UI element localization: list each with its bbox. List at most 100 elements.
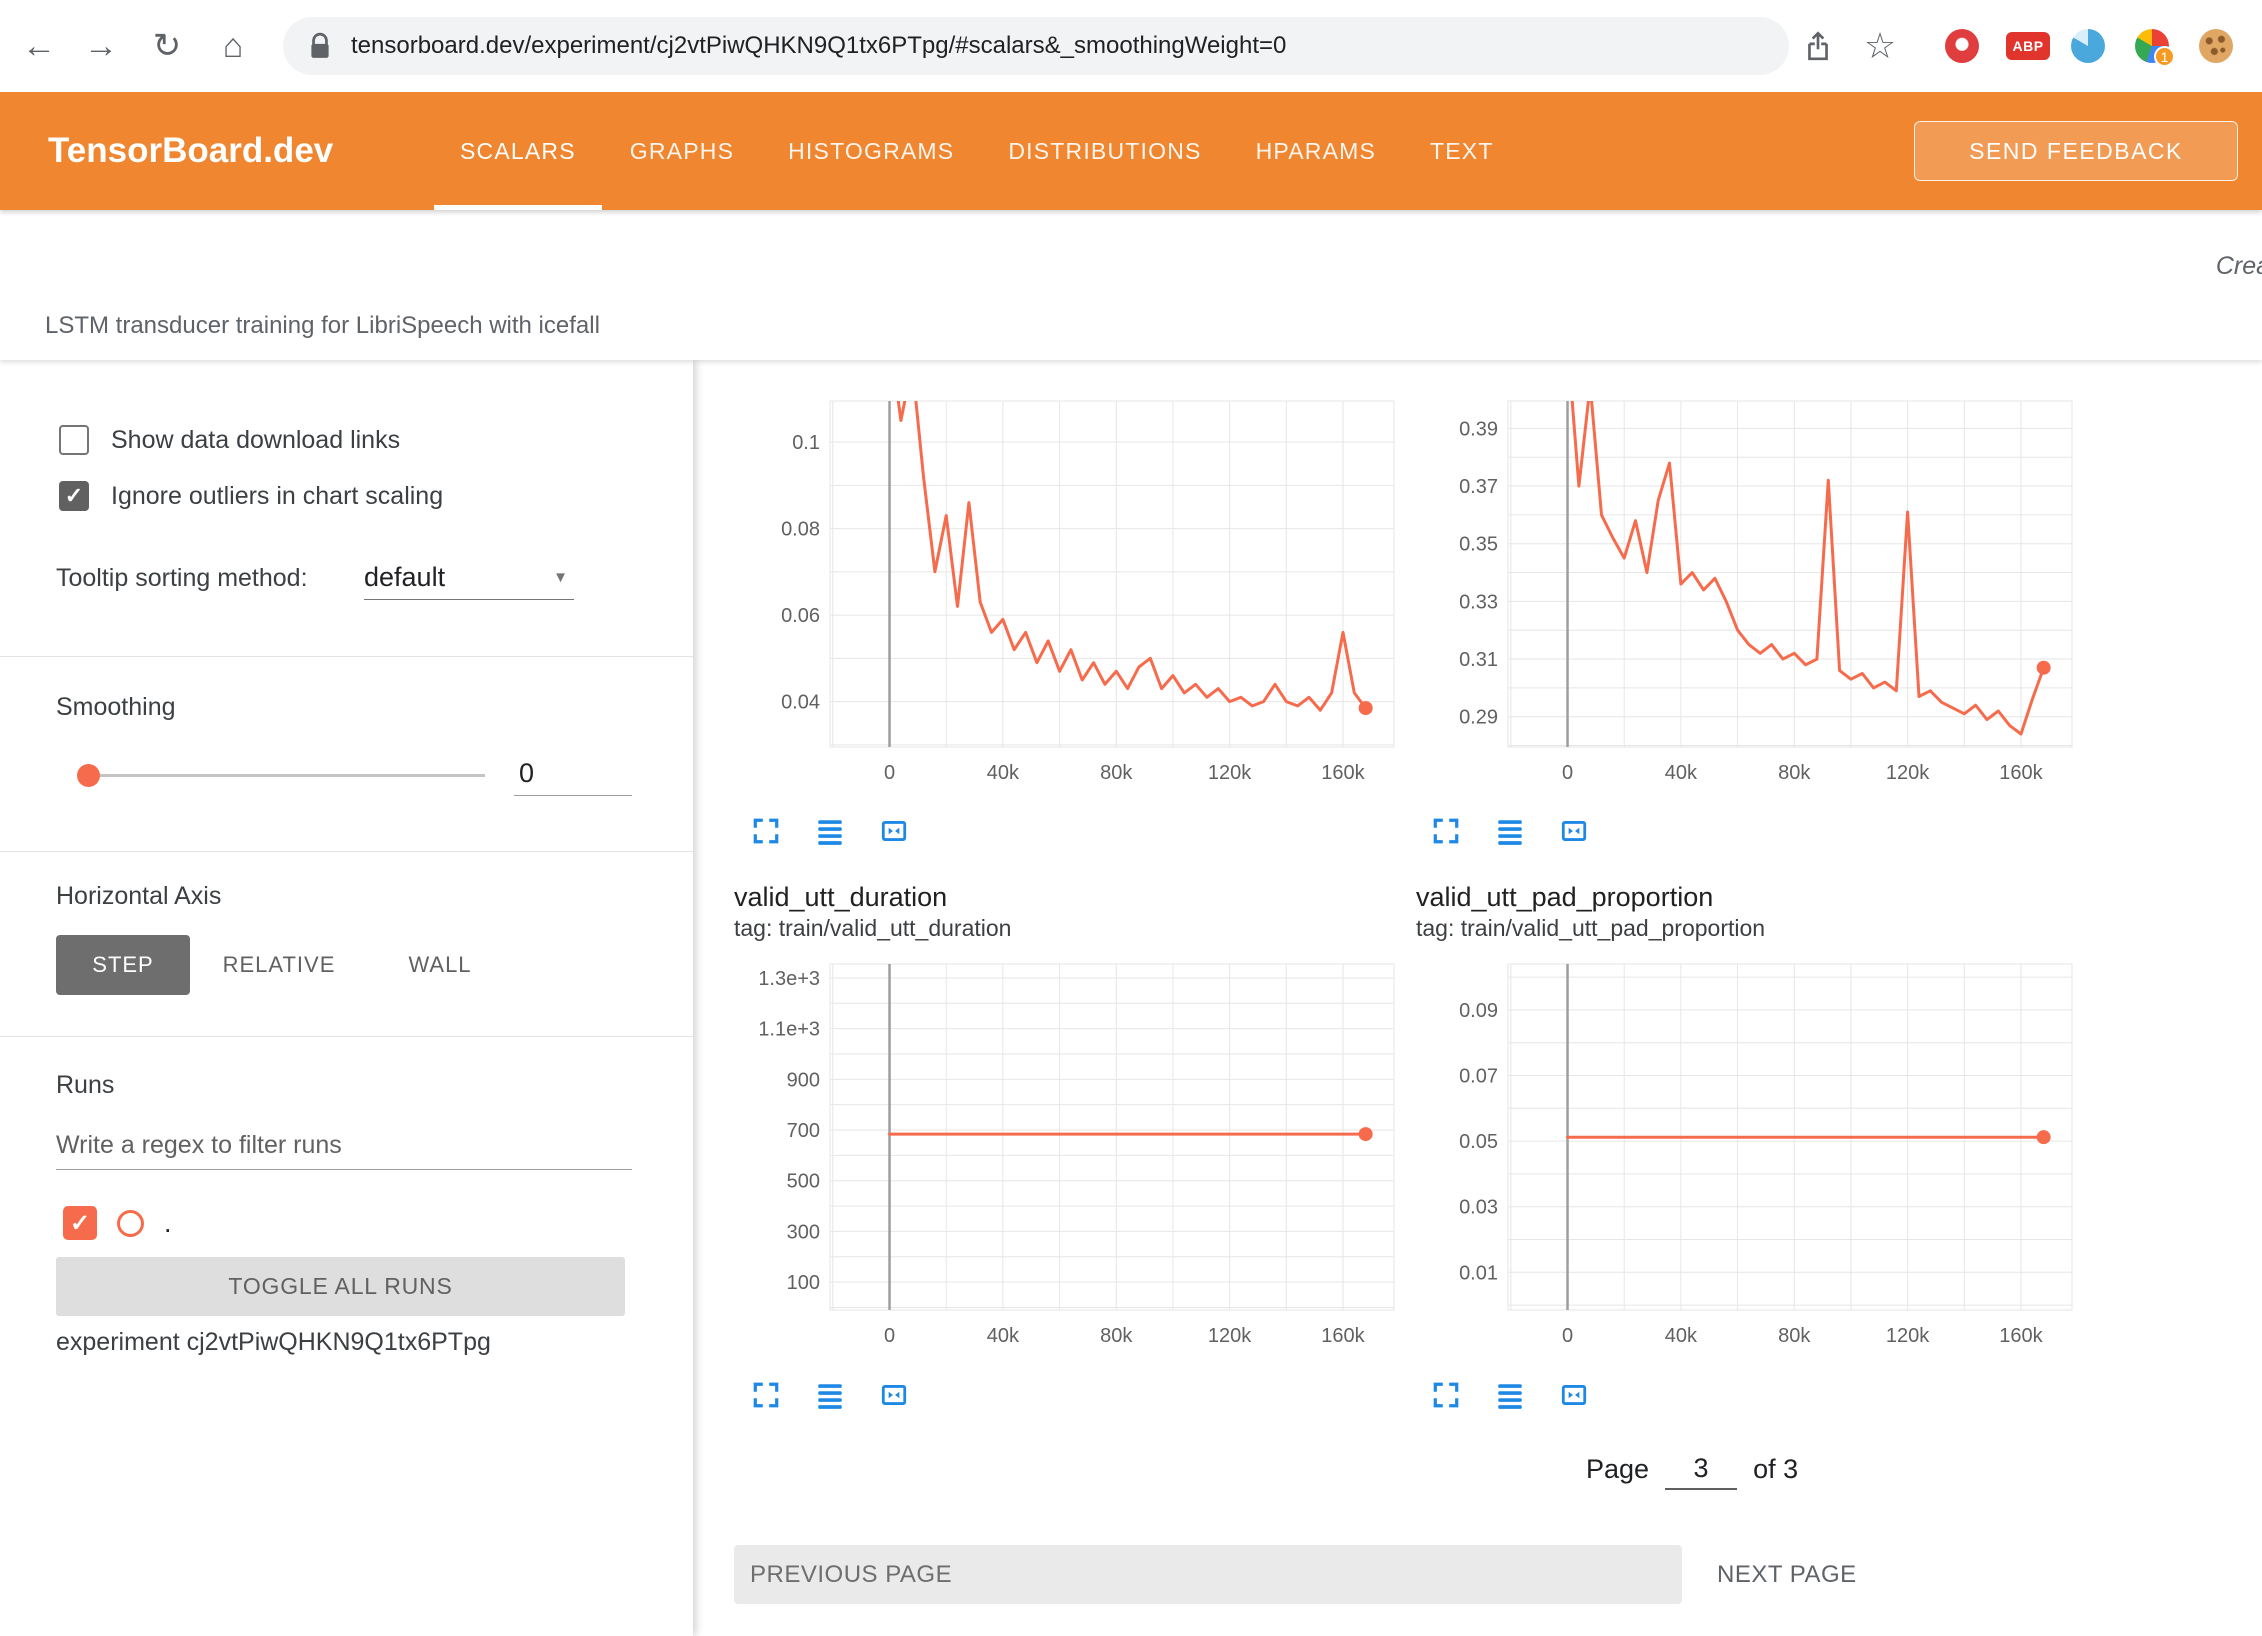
chart-tag: tag: train/valid_utt_duration	[734, 915, 1011, 942]
data-table-icon[interactable]	[815, 1380, 845, 1410]
fit-domain-icon[interactable]	[1559, 816, 1589, 846]
smoothing-value-field[interactable]: 0	[514, 758, 632, 796]
fullscreen-icon[interactable]	[1431, 816, 1461, 846]
nav-tabs: SCALARS GRAPHS HISTOGRAMS DISTRIBUTIONS …	[456, 92, 1498, 210]
data-table-icon[interactable]	[815, 816, 845, 846]
app-header: TensorBoard.dev SCALARS GRAPHS HISTOGRAM…	[0, 92, 2262, 210]
show-download-links-label: Show data download links	[111, 426, 400, 455]
fit-domain-icon[interactable]	[879, 1380, 909, 1410]
tab-text[interactable]: TEXT	[1426, 92, 1498, 210]
svg-text:500: 500	[787, 1171, 820, 1193]
tooltip-sorting-value: default	[364, 562, 445, 593]
smoothing-slider-track[interactable]	[88, 774, 485, 777]
clipped-created-text: Crea	[2216, 252, 2262, 281]
previous-page-button[interactable]: PREVIOUS PAGE	[734, 1545, 1682, 1604]
home-icon[interactable]: ⌂	[210, 0, 256, 92]
run-color-swatch	[117, 1210, 144, 1237]
svg-text:0.1: 0.1	[792, 432, 820, 454]
run-checkbox[interactable]: ✓	[63, 1206, 97, 1240]
toggle-all-runs-button[interactable]: TOGGLE ALL RUNS	[56, 1257, 625, 1316]
fit-domain-icon[interactable]	[879, 816, 909, 846]
page-number-input[interactable]	[1665, 1448, 1737, 1490]
svg-text:0: 0	[884, 762, 895, 784]
experiment-title: LSTM transducer training for LibriSpeech…	[45, 312, 600, 340]
tooltip-sorting-dropdown[interactable]: default ▼	[364, 556, 574, 600]
show-download-links-checkbox[interactable]	[59, 425, 89, 455]
forward-icon[interactable]: →	[78, 0, 124, 92]
tab-histograms[interactable]: HISTOGRAMS	[784, 92, 958, 210]
pagination: Page of 3	[1586, 1448, 1798, 1490]
horizontal-axis-label: Horizontal Axis	[56, 882, 221, 911]
chart-toolbar	[751, 1380, 909, 1410]
svg-text:40k: 40k	[1665, 1325, 1698, 1347]
send-feedback-button[interactable]: SEND FEEDBACK	[1914, 121, 2238, 181]
fit-domain-icon[interactable]	[1559, 1380, 1589, 1410]
svg-text:120k: 120k	[1208, 1325, 1252, 1347]
svg-text:120k: 120k	[1886, 1325, 1930, 1347]
axis-step-button[interactable]: STEP	[56, 935, 190, 995]
chart-valid-utt-duration[interactable]: 1003005007009001.1e+31.3e+3040k80k120k16…	[760, 962, 1400, 1354]
app-logo[interactable]: TensorBoard.dev	[48, 92, 333, 210]
svg-text:900: 900	[787, 1069, 820, 1091]
runs-regex-input[interactable]	[56, 1122, 632, 1170]
next-page-button[interactable]: NEXT PAGE	[1717, 1545, 1857, 1604]
share-icon[interactable]	[1798, 0, 1838, 92]
cookie-icon[interactable]	[2198, 0, 2234, 92]
axis-relative-button[interactable]: RELATIVE	[214, 935, 344, 995]
svg-text:1.3e+3: 1.3e+3	[760, 968, 820, 990]
svg-text:0.01: 0.01	[1459, 1262, 1498, 1284]
tab-distributions[interactable]: DISTRIBUTIONS	[1004, 92, 1205, 210]
extension-blue-icon[interactable]	[2070, 0, 2106, 92]
ignore-outliers-label: Ignore outliers in chart scaling	[111, 482, 443, 511]
fullscreen-icon[interactable]	[751, 1380, 781, 1410]
svg-text:1.1e+3: 1.1e+3	[760, 1019, 820, 1041]
chart-toolbar	[751, 816, 909, 846]
smoothing-slider-thumb[interactable]	[77, 764, 100, 787]
svg-text:0.09: 0.09	[1459, 1000, 1498, 1022]
divider	[0, 851, 693, 852]
svg-text:120k: 120k	[1208, 762, 1252, 784]
fullscreen-icon[interactable]	[751, 816, 781, 846]
tab-graphs[interactable]: GRAPHS	[626, 92, 738, 210]
chart-valid-utt-pad-proportion[interactable]: 0.010.030.050.070.09040k80k120k160k	[1438, 962, 2078, 1354]
tooltip-sorting-label: Tooltip sorting method:	[56, 556, 308, 600]
chart-top-left[interactable]: 0.040.060.080.1040k80k120k160k	[760, 399, 1400, 791]
svg-text:0.03: 0.03	[1459, 1197, 1498, 1219]
data-table-icon[interactable]	[1495, 816, 1525, 846]
svg-text:0.08: 0.08	[781, 519, 820, 541]
svg-text:0.06: 0.06	[781, 605, 820, 627]
divider	[0, 1036, 693, 1037]
url-text: tensorboard.dev/experiment/cj2vtPiwQHKN9…	[351, 32, 1286, 60]
extension-abp-icon[interactable]: ABP	[2004, 0, 2052, 92]
tab-scalars[interactable]: SCALARS	[456, 92, 580, 210]
bookmark-star-icon[interactable]: ☆	[1860, 0, 1900, 92]
settings-sidebar: Show data download links ✓ Ignore outlie…	[0, 360, 693, 1636]
reload-icon[interactable]: ↻	[144, 0, 190, 92]
address-bar[interactable]: tensorboard.dev/experiment/cj2vtPiwQHKN9…	[283, 17, 1789, 75]
svg-text:0.07: 0.07	[1459, 1066, 1498, 1088]
notification-badge: 1	[2154, 46, 2175, 67]
svg-text:300: 300	[787, 1221, 820, 1243]
ignore-outliers-checkbox[interactable]: ✓	[59, 481, 89, 511]
chevron-down-icon: ▼	[553, 569, 568, 586]
page-label: Page	[1586, 1454, 1649, 1485]
tab-hparams[interactable]: HPARAMS	[1252, 92, 1380, 210]
lock-icon	[309, 32, 331, 60]
svg-text:160k: 160k	[1999, 762, 2043, 784]
svg-text:0.33: 0.33	[1459, 591, 1498, 613]
svg-text:160k: 160k	[1321, 762, 1365, 784]
svg-text:80k: 80k	[1778, 1325, 1811, 1347]
svg-text:0.31: 0.31	[1459, 649, 1498, 671]
data-table-icon[interactable]	[1495, 1380, 1525, 1410]
svg-text:100: 100	[787, 1272, 820, 1294]
divider	[0, 656, 693, 657]
svg-text:120k: 120k	[1886, 762, 1930, 784]
chart-top-right[interactable]: 0.290.310.330.350.370.39040k80k120k160k	[1438, 399, 2078, 791]
svg-text:160k: 160k	[1321, 1325, 1365, 1347]
smoothing-label: Smoothing	[56, 693, 176, 722]
profile-avatar[interactable]: 1	[2134, 0, 2170, 92]
axis-wall-button[interactable]: WALL	[392, 935, 488, 995]
extension-adblock-icon[interactable]	[1944, 0, 1980, 92]
fullscreen-icon[interactable]	[1431, 1380, 1461, 1410]
back-icon[interactable]: ←	[16, 0, 62, 92]
